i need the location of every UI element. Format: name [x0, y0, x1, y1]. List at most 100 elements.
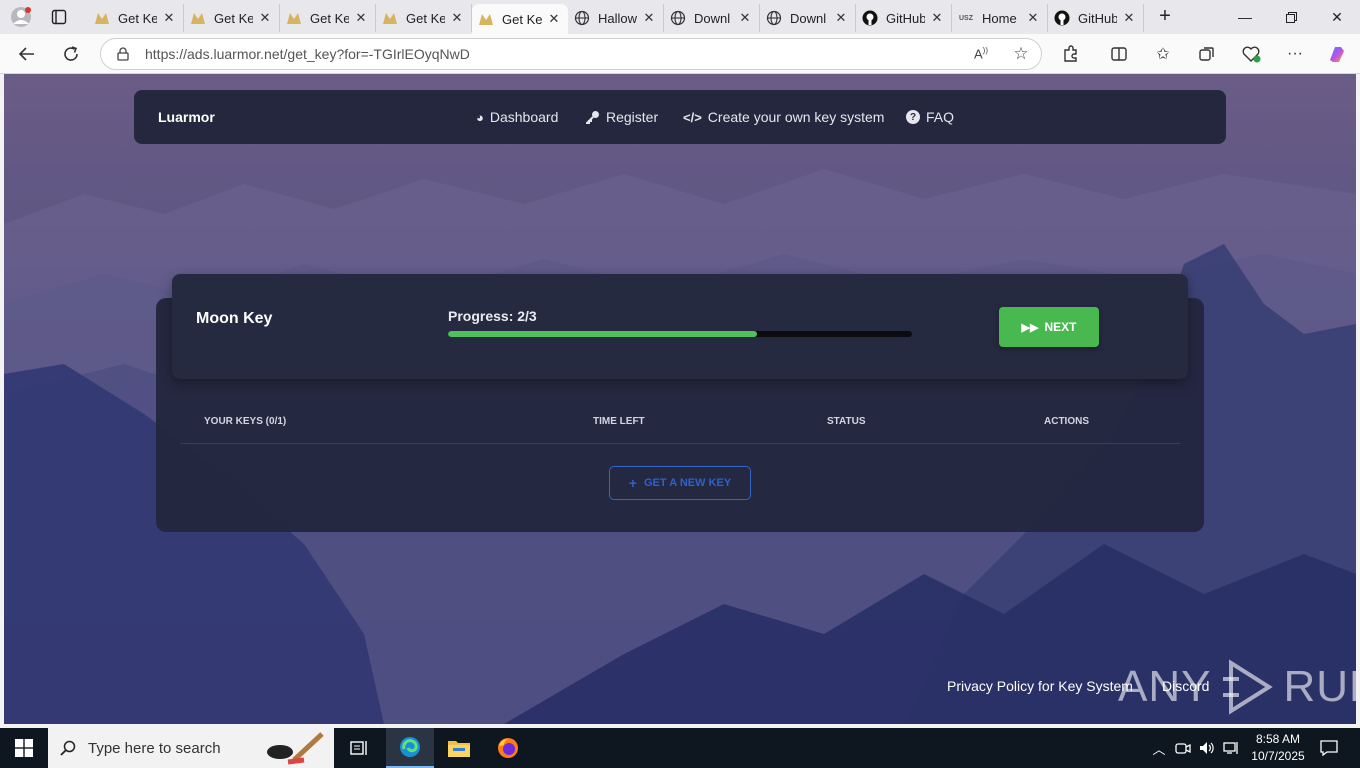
- read-aloud-icon[interactable]: A)): [961, 46, 1001, 61]
- browser-tab[interactable]: Get Ke ✕: [184, 4, 280, 32]
- watermark-right-text: RUN: [1283, 662, 1356, 711]
- close-window-button[interactable]: ✕: [1314, 0, 1360, 34]
- performance-button[interactable]: [1236, 40, 1266, 68]
- column-header-time-left: TIME LEFT: [593, 416, 645, 427]
- site-brand[interactable]: Luarmor: [158, 90, 215, 144]
- clock-date: 10/7/2025: [1251, 749, 1305, 763]
- search-placeholder: Type here to search: [88, 739, 221, 757]
- web-page: Luarmor ◕ Dashboard Register </> Create yo…: [4, 74, 1356, 724]
- browser-tab[interactable]: GitHub ✕: [856, 4, 952, 32]
- start-button[interactable]: [0, 728, 48, 768]
- luarmor-icon: [190, 10, 206, 26]
- key-progress-card: Moon Key Progress: 2/3 ▶▶ NEXT: [172, 274, 1188, 379]
- browser-tab-label: Downl: [790, 10, 827, 26]
- tray-overflow-button[interactable]: ︿: [1148, 728, 1170, 768]
- windows-logo-icon: [15, 739, 33, 757]
- minimize-button[interactable]: —: [1222, 0, 1268, 34]
- taskbar-clock[interactable]: 8:58 AM 10/7/2025: [1248, 731, 1308, 765]
- restore-button[interactable]: [1268, 0, 1314, 34]
- globe-icon: [670, 10, 686, 26]
- close-tab-icon[interactable]: ✕: [641, 10, 657, 26]
- favorites-icon: ✩: [1156, 46, 1170, 63]
- close-tab-icon[interactable]: ✕: [1121, 10, 1137, 26]
- close-tab-icon[interactable]: ✕: [737, 10, 753, 26]
- taskbar-search-box[interactable]: Type here to search: [48, 728, 334, 768]
- tab-actions-icon: [51, 9, 67, 25]
- favorites-button[interactable]: ✩: [1148, 40, 1178, 68]
- network-icon: [1223, 742, 1238, 754]
- browser-tab[interactable]: Get Ke ✕: [472, 4, 568, 34]
- url-text[interactable]: https://ads.luarmor.net/get_key?for=-TGI…: [145, 46, 961, 62]
- close-tab-icon[interactable]: ✕: [1025, 10, 1041, 26]
- privacy-policy-link[interactable]: Privacy Policy for Key System: [947, 678, 1133, 694]
- luarmor-icon: [286, 10, 302, 26]
- browser-tab[interactable]: Hallow ✕: [568, 4, 664, 32]
- tray-network-button[interactable]: [1220, 728, 1242, 768]
- close-tab-icon[interactable]: ✕: [353, 10, 369, 26]
- edge-icon: [400, 737, 420, 757]
- close-tab-icon[interactable]: ✕: [161, 10, 177, 26]
- browser-tab-label: Home: [982, 10, 1017, 26]
- close-tab-icon[interactable]: ✕: [449, 10, 465, 26]
- site-navbar: Luarmor ◕ Dashboard Register </> Create yo…: [134, 90, 1226, 144]
- taskbar-edge-button[interactable]: [386, 728, 434, 768]
- split-screen-button[interactable]: [1104, 40, 1134, 68]
- browser-tab-label: Get Ke: [214, 10, 253, 26]
- close-tab-icon[interactable]: ✕: [929, 10, 945, 26]
- copilot-icon: [1330, 47, 1344, 62]
- tray-volume-button[interactable]: [1196, 728, 1218, 768]
- browser-tab[interactable]: Downl ✕: [760, 4, 856, 32]
- lock-icon[interactable]: [101, 47, 145, 61]
- extensions-button[interactable]: [1056, 40, 1086, 68]
- back-button[interactable]: [12, 40, 42, 68]
- luarmor-icon: [382, 10, 398, 26]
- taskbar-file-explorer-button[interactable]: [435, 728, 483, 768]
- browser-tab[interactable]: Get Ke ✕: [376, 4, 472, 32]
- progress-bar: [448, 331, 912, 337]
- nav-dashboard[interactable]: ◕ Dashboard: [476, 90, 558, 144]
- browser-tab[interactable]: GitHub ✕: [1048, 4, 1144, 32]
- next-button-label: NEXT: [1044, 320, 1077, 334]
- address-bar[interactable]: https://ads.luarmor.net/get_key?for=-TGI…: [100, 38, 1042, 70]
- key-title: Moon Key: [196, 310, 273, 327]
- new-tab-button[interactable]: +: [1152, 5, 1178, 27]
- refresh-button[interactable]: [56, 40, 86, 68]
- chevron-up-icon: ︿: [1152, 741, 1166, 757]
- profile-avatar[interactable]: [8, 6, 34, 28]
- browser-tab[interactable]: Get Ke ✕: [280, 4, 376, 32]
- globe-icon: [574, 10, 590, 26]
- next-button[interactable]: ▶▶ NEXT: [999, 307, 1099, 347]
- more-menu-button[interactable]: ···: [1280, 40, 1310, 68]
- column-header-actions: ACTIONS: [1044, 416, 1089, 427]
- collections-button[interactable]: [1192, 40, 1222, 68]
- notifications-button[interactable]: [1314, 728, 1344, 768]
- get-new-key-button[interactable]: + GET A NEW KEY: [609, 466, 751, 500]
- camera-icon: [1175, 743, 1191, 754]
- nav-dashboard-label: Dashboard: [489, 109, 559, 125]
- search-icon: [48, 740, 88, 756]
- taskbar-firefox-button[interactable]: [484, 728, 532, 768]
- anyrun-watermark: ANY RUN: [1118, 657, 1356, 717]
- heart-pulse-icon: [1242, 46, 1261, 63]
- browser-tab[interactable]: USZ Home ✕: [952, 4, 1048, 32]
- play-logo-icon: [1223, 659, 1274, 715]
- close-tab-icon[interactable]: ✕: [833, 10, 849, 26]
- collections-icon: [1199, 47, 1214, 61]
- close-tab-icon[interactable]: ✕: [546, 11, 562, 27]
- nav-create-key-system[interactable]: </> Create your own key system: [683, 90, 884, 144]
- tray-meet-now-button[interactable]: [1172, 728, 1194, 768]
- copilot-button[interactable]: [1322, 40, 1352, 68]
- nav-register[interactable]: Register: [586, 90, 658, 144]
- url-host: https://ads.luarmor.net: [145, 46, 284, 62]
- close-tab-icon[interactable]: ✕: [257, 10, 273, 26]
- browser-tab[interactable]: Downl ✕: [664, 4, 760, 32]
- task-view-button[interactable]: [336, 728, 384, 768]
- tab-actions-button[interactable]: [46, 6, 72, 28]
- minimize-icon: —: [1238, 9, 1252, 25]
- back-arrow-icon: [18, 47, 34, 61]
- browser-tab[interactable]: Get Ke ✕: [88, 4, 184, 32]
- nav-faq[interactable]: ? FAQ: [906, 90, 954, 144]
- profile-icon: [11, 7, 31, 27]
- nav-create-label: Create your own key system: [707, 109, 885, 125]
- favorite-star-icon[interactable]: ☆: [1001, 44, 1041, 64]
